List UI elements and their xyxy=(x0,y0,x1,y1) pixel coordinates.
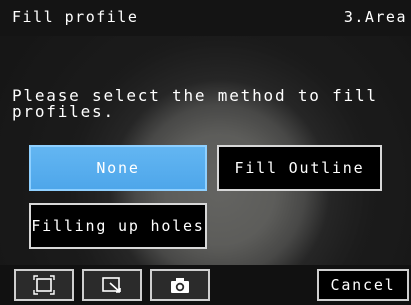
none-button[interactable]: None xyxy=(29,145,207,191)
cancel-button[interactable]: Cancel xyxy=(317,269,409,301)
instruction-message: Please select the method to fill profile… xyxy=(12,86,378,121)
filling-up-holes-button-label: Filling up holes xyxy=(31,217,205,235)
camera-icon xyxy=(171,278,189,293)
page-title: Fill profile xyxy=(12,8,139,26)
area-label: 3.Area xyxy=(343,8,407,26)
fill-outline-button[interactable]: Fill Outline xyxy=(217,145,382,191)
zoom-region-icon xyxy=(102,277,121,293)
zoom-region-button[interactable] xyxy=(82,269,142,301)
filling-up-holes-button[interactable]: Filling up holes xyxy=(29,203,207,249)
fill-outline-button-label: Fill Outline xyxy=(234,159,365,177)
frame-fit-button[interactable] xyxy=(14,269,74,301)
none-button-label: None xyxy=(96,159,140,177)
cancel-button-label: Cancel xyxy=(330,276,396,294)
camera-preview-screen: Fill profile 3.Area Please select the me… xyxy=(0,0,411,305)
frame-fit-icon xyxy=(33,275,55,295)
capture-button[interactable] xyxy=(150,269,210,301)
title-bar: Fill profile 3.Area xyxy=(0,0,411,36)
